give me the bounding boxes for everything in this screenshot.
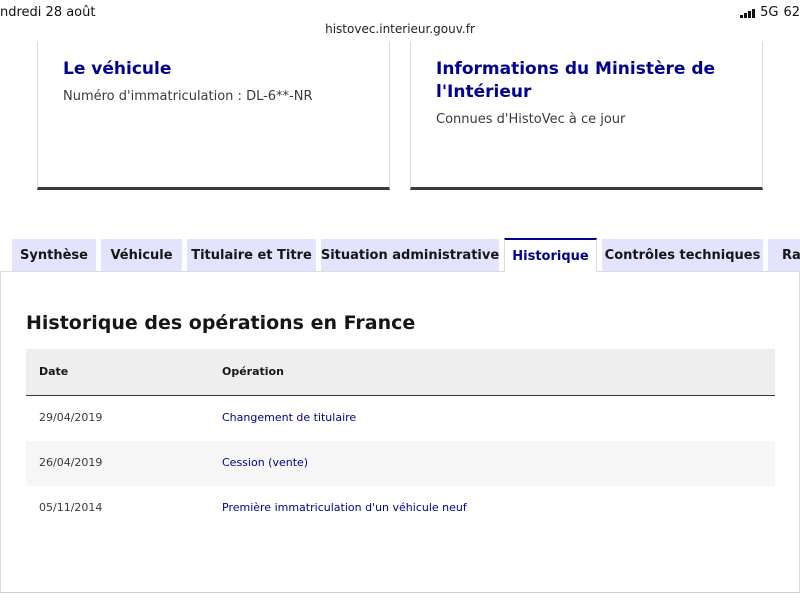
tab-bar: Synthèse Véhicule Titulaire et Titre Sit…	[0, 238, 800, 272]
battery-label: 62	[783, 5, 800, 20]
tab-rapport[interactable]: Rap	[768, 239, 800, 271]
tab-historique[interactable]: Historique	[504, 238, 597, 272]
signal-icon	[740, 8, 756, 18]
table-row: 05/11/2014 Première immatriculation d'un…	[26, 486, 775, 531]
vehicle-card-title: Le véhicule	[63, 59, 172, 79]
status-bar: endredi 28 août 5G 62	[0, 0, 800, 22]
row-operation: Première immatriculation d'un véhicule n…	[222, 501, 467, 514]
history-title: Historique des opérations en France	[26, 312, 416, 334]
tab-controles-techniques[interactable]: Contrôles techniques	[602, 239, 763, 271]
row-operation: Changement de titulaire	[222, 411, 357, 424]
row-operation: Cession (vente)	[222, 456, 309, 469]
ministry-card-subtitle: Connues d'HistoVec à ce jour	[436, 112, 626, 127]
row-date: 26/04/2019	[39, 456, 103, 469]
table-row: 29/04/2019 Changement de titulaire	[26, 396, 775, 441]
network-label: 5G	[760, 5, 779, 20]
vehicle-card: Le véhicule Numéro d'immatriculation : D…	[37, 42, 390, 190]
tab-situation-administrative[interactable]: Situation administrative	[321, 239, 499, 271]
row-date: 29/04/2019	[39, 411, 103, 424]
tab-titulaire-titre[interactable]: Titulaire et Titre	[187, 239, 316, 271]
history-panel: Historique des opérations en France Date…	[0, 271, 800, 593]
registration-number: Numéro d'immatriculation : DL-6**-NR	[63, 89, 313, 104]
tab-synthese[interactable]: Synthèse	[12, 239, 96, 271]
ministry-card-title: Informations du Ministère de l'Intérieur	[436, 59, 716, 102]
column-operation: Opération	[222, 365, 284, 378]
column-date: Date	[39, 365, 69, 378]
ministry-card: Informations du Ministère de l'Intérieur…	[410, 42, 763, 190]
row-date: 05/11/2014	[39, 501, 103, 514]
tab-vehicule[interactable]: Véhicule	[101, 239, 182, 271]
table-header: Date Opération	[26, 349, 775, 396]
table-row: 26/04/2019 Cession (vente)	[26, 441, 775, 486]
url-text: histovec.interieur.gouv.fr	[325, 22, 475, 36]
url-bar[interactable]: histovec.interieur.gouv.fr	[0, 22, 800, 42]
status-indicators: 5G 62	[740, 5, 800, 20]
history-table: Date Opération 29/04/2019 Changement de …	[26, 349, 775, 531]
status-time: endredi 28 août	[0, 5, 96, 20]
